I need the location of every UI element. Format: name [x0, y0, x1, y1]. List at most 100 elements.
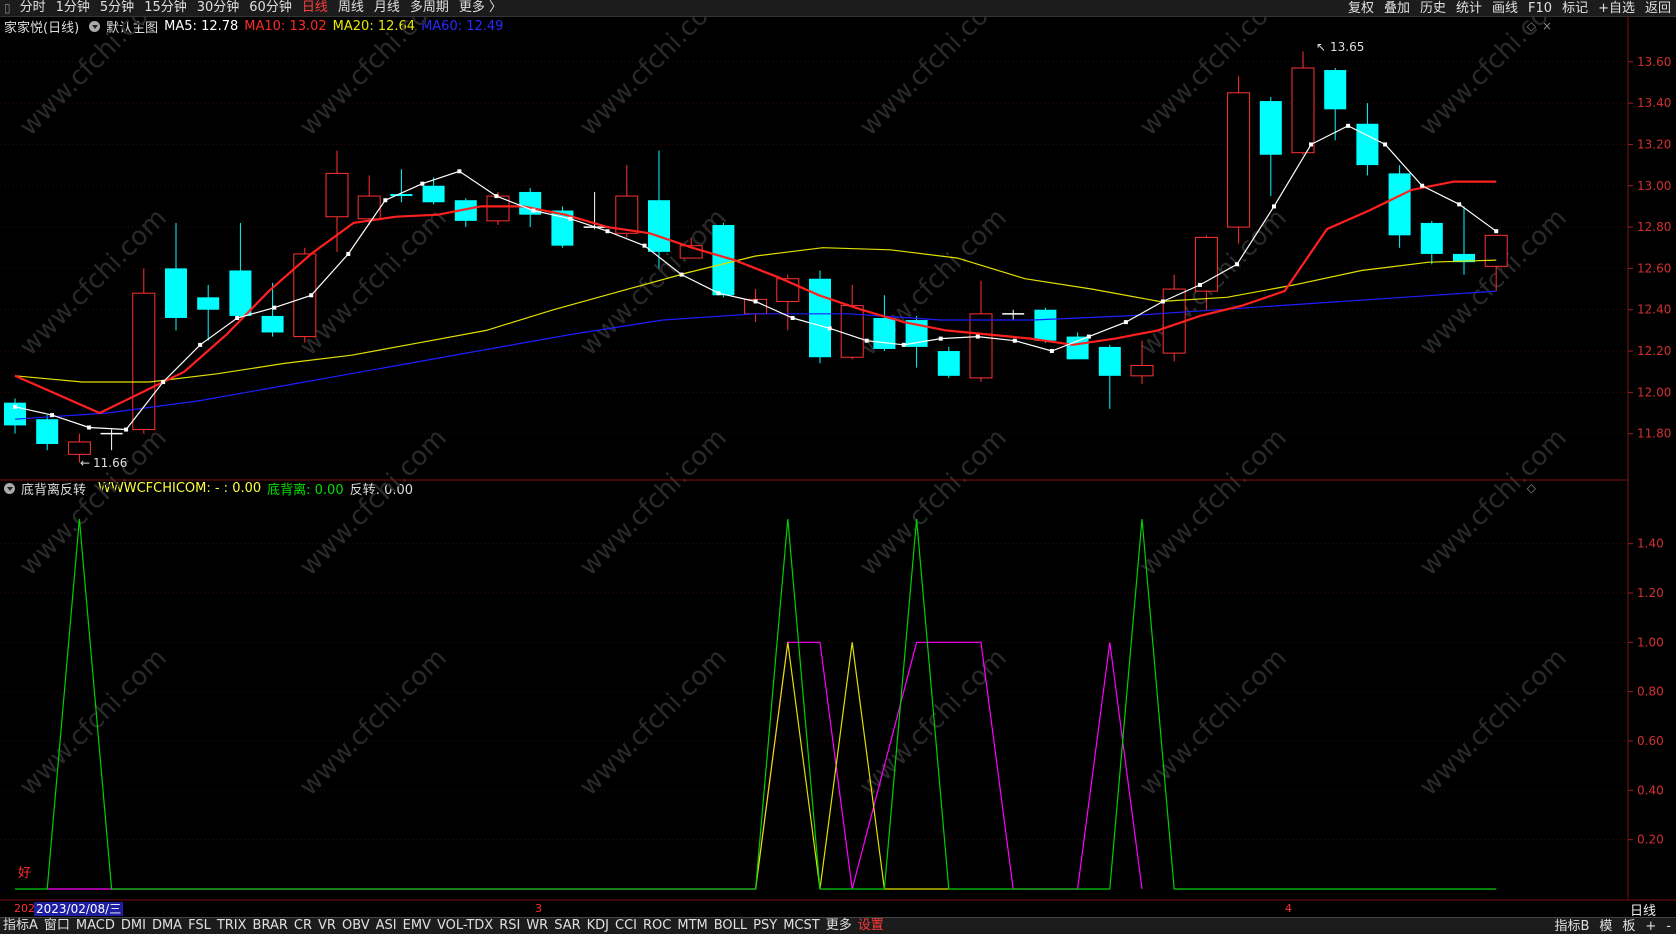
candle-body-43 — [1388, 173, 1411, 236]
tool-button-2[interactable]: 历史 — [1415, 1, 1451, 17]
indicator-tab-4[interactable]: DMA — [149, 918, 185, 934]
watermark-text-5: www.cfchi.com — [1414, 17, 1573, 142]
tool-button-8[interactable]: 返回 — [1640, 1, 1676, 17]
watermark-text-3: www.cfchi.com — [854, 17, 1013, 142]
period-tab-10[interactable]: 更多 〉 — [454, 0, 507, 16]
ma5-line-dot-16 — [605, 229, 610, 234]
ma5-line-dot-36 — [1346, 123, 1351, 128]
ma5-line-dot-25 — [938, 336, 943, 341]
indicator-tab-2[interactable]: MACD — [73, 918, 118, 934]
ma5-line-dot-23 — [864, 338, 869, 343]
indicator-tab-23[interactable]: MCST — [780, 918, 823, 934]
period-tab-7[interactable]: 周线 — [333, 0, 369, 16]
kline-chart[interactable]: www.cfchi.com www.cfchi.com www.cfchi.com w… — [0, 17, 1676, 917]
ma5-line-dot-11 — [420, 181, 425, 186]
indicator-tab-1[interactable]: 窗口 — [41, 918, 73, 934]
tool-button-0[interactable]: 复权 — [1343, 1, 1379, 17]
ma5-line-dot-17 — [642, 243, 647, 248]
candle-body-29 — [937, 351, 960, 376]
indicator-tab-17[interactable]: KDJ — [584, 918, 612, 934]
indicator-tab-14[interactable]: RSI — [496, 918, 523, 934]
indicator-b-tool-1[interactable]: 模 — [1594, 919, 1617, 934]
candle-body-10 — [325, 172, 349, 218]
indicator-tabs: 指标A 窗口 MACD DMI DMA FSL TRIX BRAR CR VR OBV ASI EMV V… — [0, 918, 887, 934]
watermark-text-14: www.cfchi.com — [574, 423, 733, 582]
period-tab-2[interactable]: 5分钟 — [95, 0, 139, 16]
candle-body-42 — [1356, 123, 1379, 166]
ma5-line-dot-26 — [975, 334, 980, 339]
window-menu-icon[interactable]: ▯ — [0, 1, 15, 15]
candle-body-32 — [1034, 309, 1057, 341]
ind-tick-label-1: 1.20 — [1637, 586, 1664, 600]
good-signal-label: 好 — [18, 866, 32, 881]
ma5-line-dot-39 — [1457, 202, 1462, 207]
indicator-tab-8[interactable]: CR — [291, 918, 315, 934]
low-label: 11.66 — [93, 456, 127, 470]
watermark-text-19: www.cfchi.com — [294, 643, 453, 802]
price-tick-label-6: 12.40 — [1637, 303, 1671, 317]
candle-body-33 — [1066, 336, 1089, 360]
indicator-tab-19[interactable]: ROC — [640, 918, 674, 934]
ma5-line-dot-4 — [161, 380, 166, 385]
watermark-text-15: www.cfchi.com — [854, 423, 1013, 582]
period-tab-9[interactable]: 多周期 — [405, 0, 454, 16]
indicator-b-tool-0[interactable]: 指标B — [1549, 919, 1594, 934]
indicator-tab-5[interactable]: FSL — [185, 918, 214, 934]
indicator-tab-24[interactable]: 更多 — [823, 918, 855, 934]
period-tab-8[interactable]: 月线 — [369, 0, 405, 16]
ma5-line-dot-2 — [87, 425, 92, 430]
indicator-toolbar: 指标A 窗口 MACD DMI DMA FSL TRIX BRAR CR VR OBV ASI EMV V… — [0, 917, 1676, 934]
indicator-tab-3[interactable]: DMI — [118, 918, 149, 934]
tool-button-1[interactable]: 叠加 — [1379, 1, 1415, 17]
indicator-tab-20[interactable]: MTM — [674, 918, 710, 934]
indicator-tab-9[interactable]: VR — [315, 918, 339, 934]
period-tab-0[interactable]: 分时 — [15, 0, 51, 16]
indicator-tab-15[interactable]: WR — [523, 918, 551, 934]
period-tab-1[interactable]: 1分钟 — [51, 0, 95, 16]
indicator-tab-18[interactable]: CCI — [612, 918, 640, 934]
candle-body-11 — [357, 195, 381, 220]
indicator-b-tool-4[interactable]: - — [1661, 919, 1676, 934]
tool-button-4[interactable]: 画线 — [1487, 1, 1523, 17]
indicator-tab-12[interactable]: EMV — [400, 918, 434, 934]
price-tick-label-5: 12.60 — [1637, 261, 1671, 275]
ma5-line-dot-29 — [1086, 334, 1091, 339]
high-arrow: ↖ — [1316, 40, 1326, 54]
ma5-line-dot-20 — [753, 299, 758, 304]
indicator-b-tool-2[interactable]: 板 — [1617, 919, 1640, 934]
tool-button-7[interactable]: +自选 — [1593, 1, 1640, 17]
indicator-b-tool-3[interactable]: + — [1640, 919, 1661, 934]
indicator-tab-21[interactable]: BOLL — [711, 918, 750, 934]
indicator-tab-11[interactable]: ASI — [373, 918, 400, 934]
period-tab-5[interactable]: 60分钟 — [244, 0, 297, 16]
ma5-line-dot-38 — [1420, 183, 1425, 188]
ma5-line-dot-0 — [13, 404, 17, 409]
ma5-line-dot-28 — [1049, 349, 1054, 354]
indicator-tab-22[interactable]: PSY — [750, 918, 780, 934]
indicator-tab-6[interactable]: TRIX — [214, 918, 250, 934]
period-tab-6[interactable]: 日线 — [297, 0, 333, 16]
tool-button-3[interactable]: 统计 — [1451, 1, 1487, 17]
candle-body-34 — [1098, 346, 1121, 376]
indicator-tab-7[interactable]: BRAR — [250, 918, 291, 934]
ma5-line-dot-10 — [383, 198, 388, 203]
tool-button-5[interactable]: F10 — [1523, 1, 1557, 17]
ma5-line-dot-35 — [1309, 142, 1314, 147]
period-tab-4[interactable]: 30分钟 — [192, 0, 245, 16]
ma5-line-dot-32 — [1197, 282, 1202, 287]
indicator-tab-13[interactable]: VOL-TDX — [434, 918, 496, 934]
candle-body-12 — [390, 194, 413, 197]
watermark-text-12: www.cfchi.com — [14, 423, 173, 582]
year-label: 202 — [14, 902, 35, 915]
candle-body-46 — [1484, 234, 1508, 267]
tool-button-6[interactable]: 标记 — [1557, 1, 1593, 17]
indicator-tab-0[interactable]: 指标A — [0, 918, 41, 934]
watermark-text-1: www.cfchi.com — [294, 17, 453, 142]
indicator-tab-25[interactable]: 设置 — [855, 918, 887, 934]
candle-body-1 — [36, 419, 59, 445]
indicator-tab-10[interactable]: OBV — [339, 918, 373, 934]
candle-body-38 — [1227, 92, 1251, 228]
indicator-tab-16[interactable]: SAR — [551, 918, 583, 934]
indicator-lines — [15, 518, 1497, 890]
period-tab-3[interactable]: 15分钟 — [139, 0, 192, 16]
